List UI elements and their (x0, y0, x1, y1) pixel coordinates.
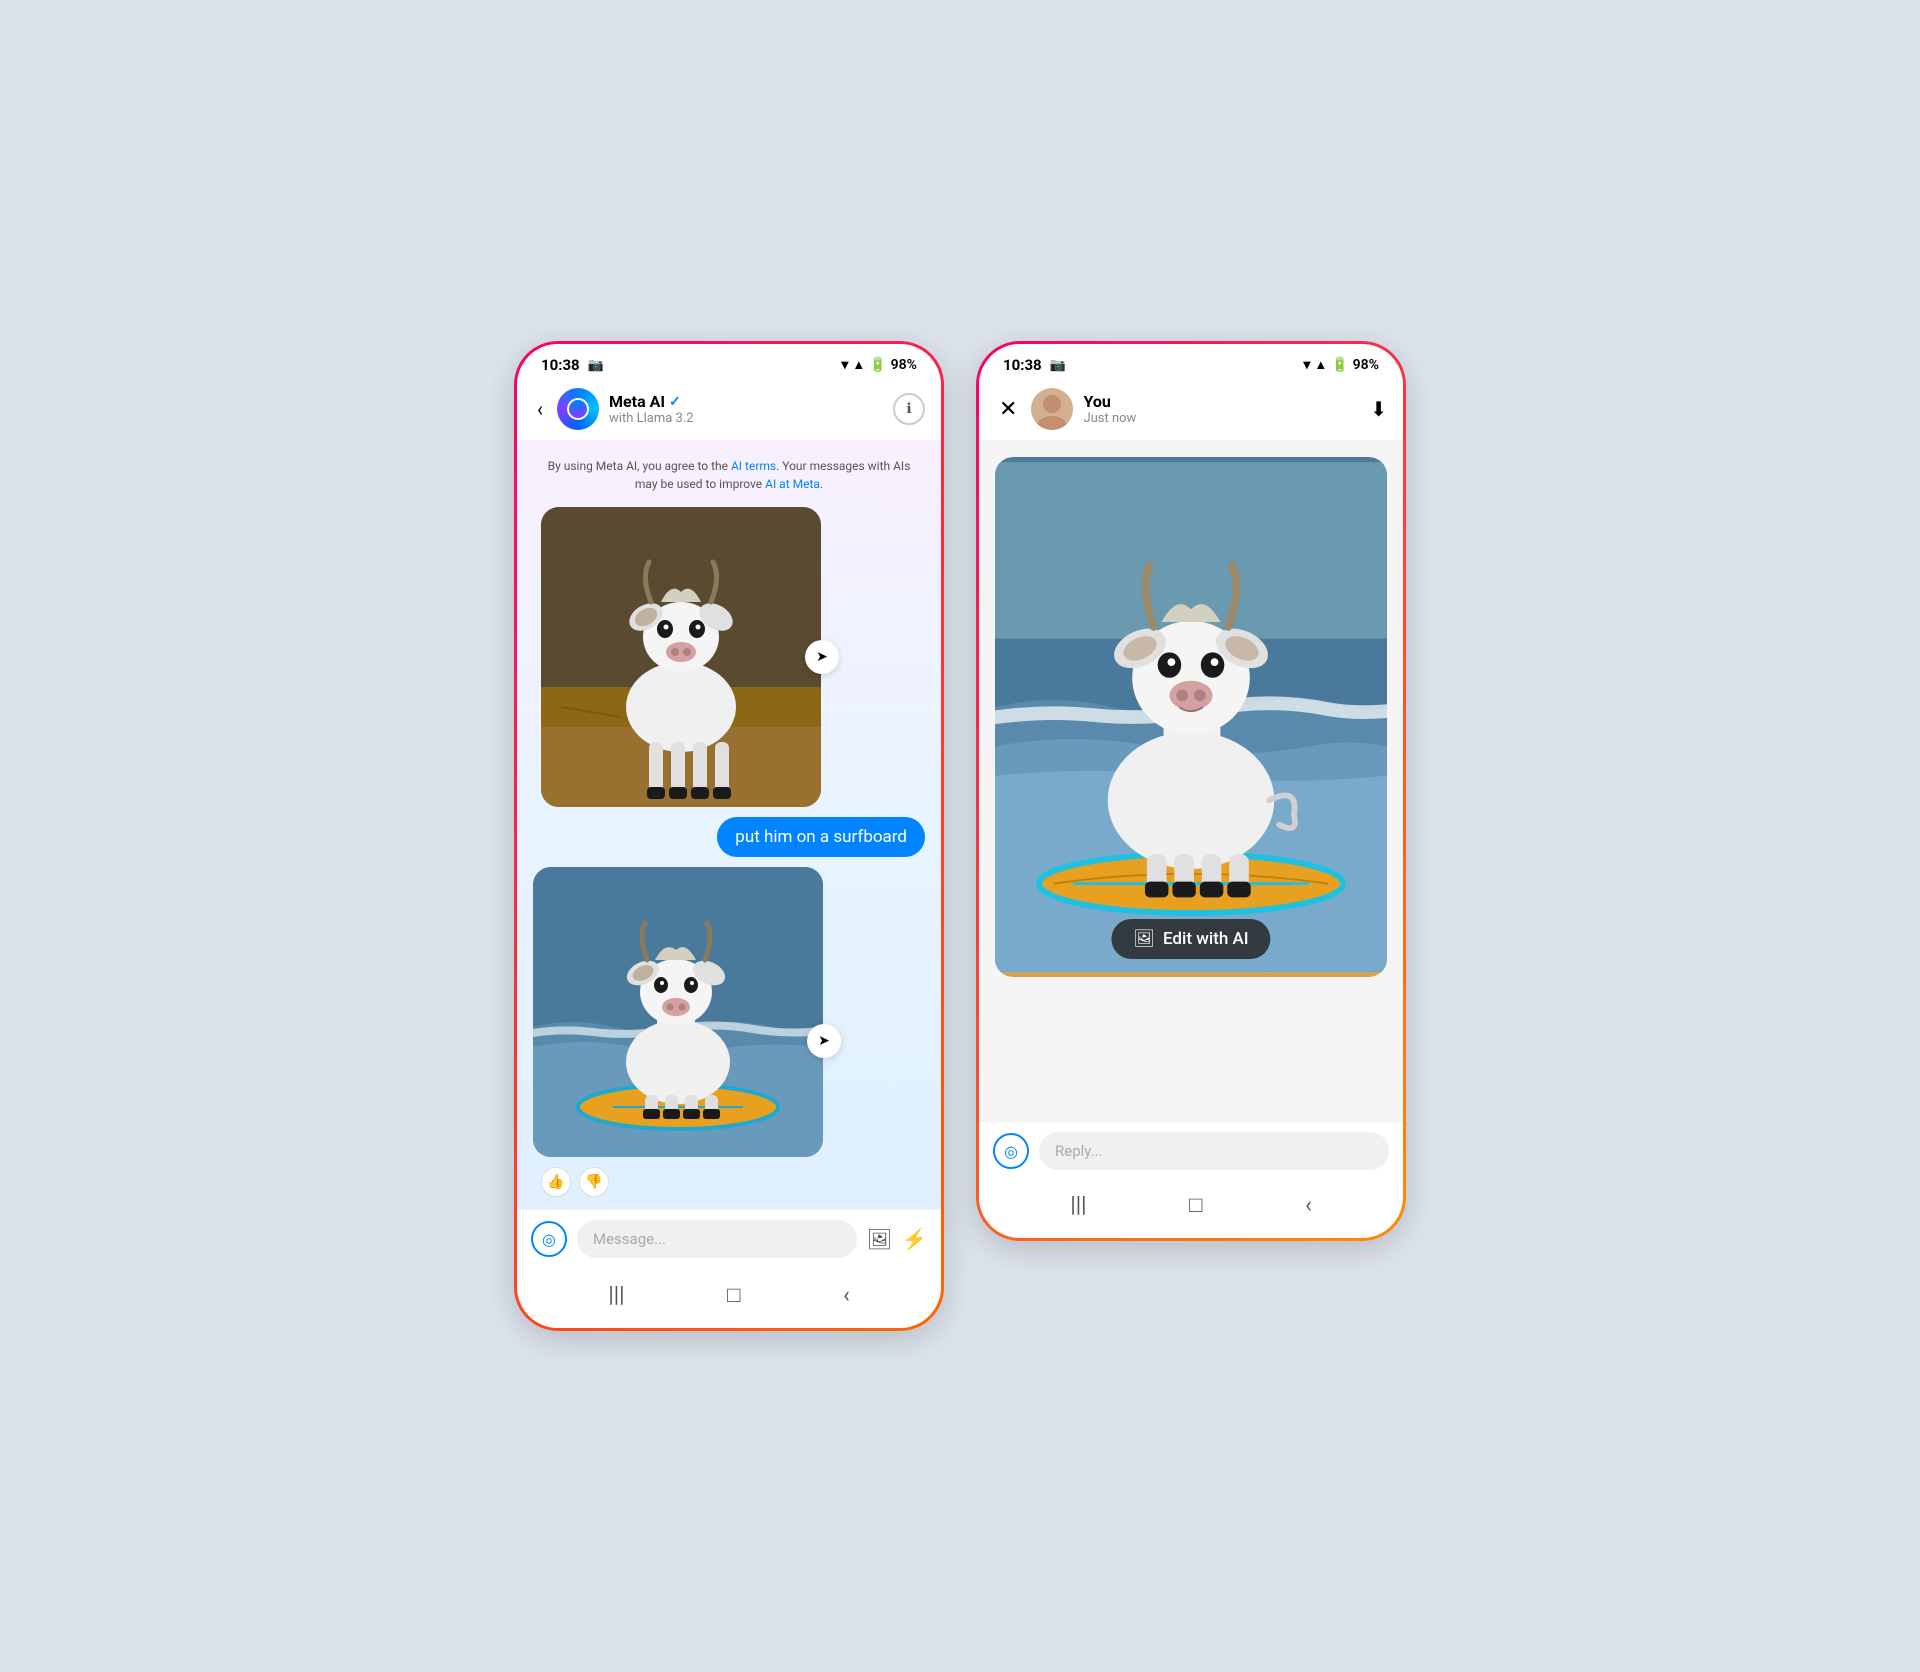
chat-body-left: By using Meta AI, you agree to the AI te… (517, 441, 941, 1209)
ai-goat-image[interactable] (541, 507, 821, 807)
disclaimer: By using Meta AI, you agree to the AI te… (533, 453, 925, 497)
time-left: 10:38 (541, 356, 580, 374)
battery-percent-left: 98% (891, 357, 917, 373)
ai-at-meta-link[interactable]: AI at Meta (765, 477, 820, 491)
camera-icon-btn: ◎ (542, 1230, 556, 1249)
nav-home-right[interactable]: □ (1189, 1192, 1202, 1218)
ai-terms-link[interactable]: AI terms (731, 459, 776, 473)
ai-name: Meta AI ✓ (609, 392, 883, 411)
nav-bar-left: ||| □ ‹ (517, 1270, 941, 1328)
signal-icon-right: ▲ (1314, 357, 1327, 373)
status-bar-right: 10:38 📷 ▾ ▲ 🔋 98% (979, 344, 1403, 380)
camera-button[interactable]: ◎ (531, 1221, 567, 1257)
meta-ai-avatar (557, 388, 599, 430)
thumbsdown-button[interactable]: 👎 (579, 1167, 609, 1197)
status-bar-left: 10:38 📷 ▾ ▲ 🔋 98% (517, 344, 941, 380)
battery-icon: 🔋 (869, 357, 886, 373)
close-button[interactable]: ✕ (995, 393, 1021, 426)
info-button[interactable]: ℹ (893, 393, 925, 425)
nav-hamburger-left[interactable]: ||| (608, 1283, 624, 1308)
ai-subtitle: with Llama 3.2 (609, 411, 883, 426)
wifi-icon-right: ▾ (1303, 357, 1310, 373)
ai-goat-image-container: ➤ (541, 507, 821, 807)
ai-image-message: ➤ (533, 507, 925, 807)
info-icon: ℹ (906, 401, 911, 417)
audio-button[interactable]: ⚡ (902, 1227, 927, 1251)
chat-input-bar-left: ◎ Message... 🖼 ⚡ (517, 1209, 941, 1270)
you-name: You (1083, 392, 1360, 411)
you-subtitle: Just now (1083, 411, 1360, 426)
send-icon-2: ➤ (818, 1033, 830, 1049)
you-avatar-svg (1031, 388, 1073, 430)
edit-ai-label: Edit with AI (1163, 929, 1249, 949)
nav-back-right[interactable]: ‹ (1305, 1193, 1312, 1218)
send-overlay-1[interactable]: ➤ (805, 640, 839, 674)
verified-badge: ✓ (669, 394, 681, 410)
thumbsup-icon: 👍 (547, 1174, 564, 1190)
image-button[interactable]: 🖼 (867, 1227, 892, 1251)
edit-ai-icon: 🖼 (1133, 929, 1155, 949)
right-image-container: 🖼 Edit with AI (995, 457, 1387, 977)
goat-surfboard-svg (533, 867, 823, 1157)
back-button[interactable]: ‹ (533, 393, 547, 425)
nav-back-left[interactable]: ‹ (843, 1283, 850, 1308)
reply-bar: ◎ Reply... (979, 1121, 1403, 1180)
goat-standing-svg (541, 507, 821, 807)
battery-icon-right: 🔋 (1331, 357, 1348, 373)
reply-input[interactable]: Reply... (1039, 1132, 1389, 1170)
right-goat-image[interactable]: 🖼 Edit with AI (995, 457, 1387, 977)
ai-surfboard-image[interactable] (533, 867, 823, 1157)
chat-body-right: 🖼 Edit with AI (979, 441, 1403, 1121)
reply-camera-icon: ◎ (1004, 1142, 1018, 1161)
signal-icon: ▲ (852, 357, 865, 373)
camera-icon-right: 📷 (1050, 358, 1066, 373)
thumbsup-button[interactable]: 👍 (541, 1167, 571, 1197)
camera-icon: 📷 (588, 358, 604, 373)
chat-header-left: ‹ Meta AI ✓ with Llama 3.2 ℹ (517, 380, 941, 441)
edit-with-ai-button[interactable]: 🖼 Edit with AI (1111, 919, 1270, 959)
chat-header-right: ✕ You Just now ⬇ (979, 380, 1403, 441)
reply-camera-button[interactable]: ◎ (993, 1133, 1029, 1169)
header-info-right: You Just now (1083, 392, 1360, 426)
thumbsdown-icon: 👎 (585, 1174, 602, 1190)
battery-percent-right: 98% (1353, 357, 1379, 373)
nav-hamburger-right[interactable]: ||| (1070, 1193, 1086, 1218)
left-phone: 10:38 📷 ▾ ▲ 🔋 98% ‹ Meta AI (514, 341, 944, 1331)
nav-home-left[interactable]: □ (727, 1282, 740, 1308)
send-icon-1: ➤ (816, 649, 828, 665)
wifi-icon: ▾ (841, 357, 848, 373)
message-input[interactable]: Message... (577, 1220, 857, 1258)
reaction-row: 👍 👎 (541, 1167, 925, 1197)
user-message-row: put him on a surfboard (533, 817, 925, 857)
right-phone: 10:38 📷 ▾ ▲ 🔋 98% ✕ (976, 341, 1406, 1241)
header-info-left: Meta AI ✓ with Llama 3.2 (609, 392, 883, 426)
send-overlay-2[interactable]: ➤ (807, 1024, 841, 1058)
you-avatar (1031, 388, 1073, 430)
ai-surfboard-message: ➤ (533, 867, 925, 1157)
right-goat-surfboard-svg (995, 457, 1387, 977)
surfboard-image-wrapper: ➤ (533, 867, 823, 1157)
nav-bar-right: ||| □ ‹ (979, 1180, 1403, 1238)
download-button[interactable]: ⬇ (1370, 397, 1387, 421)
app-container: 10:38 📷 ▾ ▲ 🔋 98% ‹ Meta AI (514, 341, 1406, 1331)
time-right: 10:38 (1003, 356, 1042, 374)
user-bubble: put him on a surfboard (717, 817, 925, 857)
